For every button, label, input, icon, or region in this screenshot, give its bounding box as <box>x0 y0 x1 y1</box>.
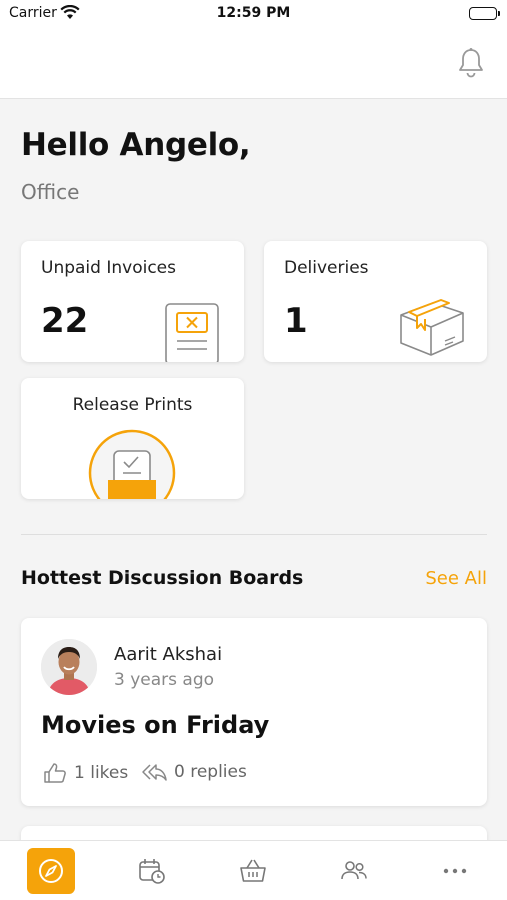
thumbs-up-icon <box>44 763 66 783</box>
section-divider <box>21 534 487 535</box>
basket-icon <box>240 859 266 882</box>
compass-icon <box>39 859 63 883</box>
like-button[interactable]: 1 likes <box>43 762 128 784</box>
battery-icon <box>469 7 500 20</box>
tab-home[interactable] <box>27 848 75 894</box>
release-prints-card[interactable]: Release Prints <box>21 378 244 499</box>
status-bar: Carrier 12:59 PM <box>0 0 507 28</box>
discussions-title: Hottest Discussion Boards <box>21 567 304 589</box>
unpaid-invoices-card[interactable]: Unpaid Invoices 22 <box>21 241 244 362</box>
print-tray-icon <box>87 429 177 499</box>
greeting-title: Hello Angelo, <box>21 127 251 163</box>
more-icon <box>443 868 467 874</box>
calendar-clock-icon <box>139 859 165 884</box>
location-label: Office <box>21 180 80 204</box>
discussion-card[interactable]: Aarit Akshai 3 years ago Movies on Frida… <box>21 618 487 806</box>
tab-shop[interactable] <box>229 848 277 894</box>
reply-all-icon <box>142 764 167 781</box>
deliveries-label: Deliveries <box>284 258 369 278</box>
bottom-tab-bar <box>0 840 507 900</box>
tab-people[interactable] <box>330 848 378 894</box>
deliveries-count: 1 <box>284 301 308 341</box>
bell-icon[interactable] <box>457 47 485 79</box>
post-timestamp: 3 years ago <box>114 670 215 690</box>
unpaid-invoices-count: 22 <box>41 301 89 341</box>
replies-count: 0 replies <box>174 762 247 782</box>
post-author: Aarit Akshai <box>114 644 223 665</box>
top-header <box>0 28 507 99</box>
invoice-icon <box>162 302 222 362</box>
unpaid-invoices-label: Unpaid Invoices <box>41 258 176 278</box>
post-title: Movies on Friday <box>41 711 270 739</box>
people-icon <box>341 861 367 880</box>
tab-events[interactable] <box>128 848 176 894</box>
tab-more[interactable] <box>431 848 479 894</box>
deliveries-card[interactable]: Deliveries 1 <box>264 241 487 362</box>
avatar <box>41 639 97 695</box>
clock: 12:59 PM <box>216 5 291 21</box>
see-all-link[interactable]: See All <box>425 568 487 589</box>
likes-count: 1 likes <box>74 763 129 783</box>
package-icon <box>395 293 469 362</box>
reply-button[interactable]: 0 replies <box>141 762 247 782</box>
release-prints-label: Release Prints <box>72 395 193 415</box>
